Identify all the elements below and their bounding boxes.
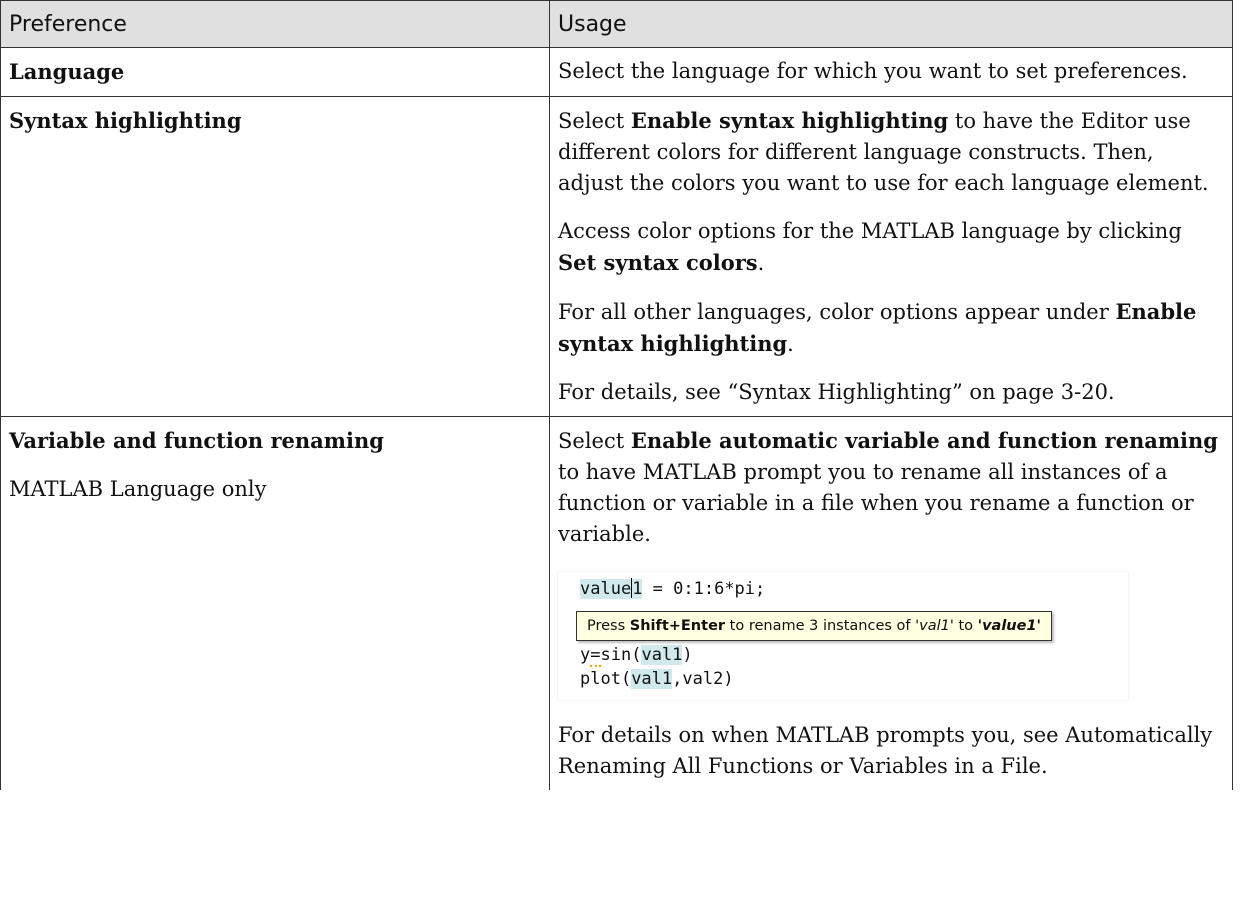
language-name: Language <box>9 59 125 84</box>
code-line-3-a: y <box>580 645 591 665</box>
code-line-4-plot: plot( <box>580 669 632 689</box>
code-var-suffix: 1 <box>632 579 643 599</box>
code-line-3-equals: = <box>590 645 601 667</box>
tooltip-old-name: 'val1' <box>915 618 954 634</box>
header-preference: Preference <box>0 0 550 48</box>
code-line-1: value1 = 0:1:6*pi; <box>580 578 765 600</box>
language-preference-cell: Language <box>0 47 550 97</box>
renaming-p1-post: to have MATLAB prompt you to rename all … <box>558 460 1194 546</box>
code-line-3-var: val1 <box>641 645 683 665</box>
code-line-4-rest: ,val2) <box>672 669 734 689</box>
tooltip-text-1: Press <box>587 618 630 634</box>
renaming-p1-pre: Select <box>558 429 631 453</box>
syntax-p1-bold: Enable syntax highlighting <box>630 108 949 133</box>
rename-tooltip: Press Shift+Enter to rename 3 instances … <box>576 611 1052 641</box>
syntax-p1-pre: Select <box>558 109 631 133</box>
header-usage: Usage <box>549 0 1233 48</box>
tooltip-new-name: 'value1' <box>977 618 1041 634</box>
code-line-3-sin: sin( <box>600 645 642 665</box>
code-line-1-rest: = 0:1:6*pi; <box>642 579 766 599</box>
header-row: Preference Usage <box>0 0 1233 48</box>
preferences-table: Preference Usage Language Select the lan… <box>0 0 1233 790</box>
syntax-paragraph-1: Select Enable syntax highlighting to hav… <box>558 105 1224 199</box>
renaming-usage-cell: Select Enable automatic variable and fun… <box>549 416 1233 790</box>
code-line-4: plot(val1,val2) <box>580 668 734 690</box>
code-line-4-var: val1 <box>631 669 673 689</box>
tooltip-text-3: to <box>953 618 978 634</box>
tooltip-shortcut: Shift+Enter <box>629 618 726 634</box>
language-usage-text: Select the language for which you want t… <box>558 59 1188 83</box>
syntax-p2-post: . <box>757 251 765 275</box>
syntax-paragraph-2: Access color options for the MATLAB lang… <box>558 216 1224 279</box>
renaming-p1-bold: Enable automatic variable and function r… <box>630 428 1218 453</box>
row-language: Language Select the language for which y… <box>0 47 1233 97</box>
row-syntax-highlighting: Syntax highlighting Select Enable syntax… <box>0 96 1233 417</box>
editor-screenshot: value1 = 0:1:6*pi; Press Shift+Enter to … <box>558 572 1128 700</box>
code-var-value: value <box>580 579 632 599</box>
syntax-p2-pre: Access color options for the MATLAB lang… <box>558 219 1182 243</box>
language-usage-cell: Select the language for which you want t… <box>549 47 1233 97</box>
syntax-paragraph-4: For details, see “Syntax Highlighting” o… <box>558 380 1115 404</box>
code-line-3-close: ) <box>682 645 693 665</box>
syntax-p2-bold: Set syntax colors <box>558 250 758 275</box>
syntax-usage-cell: Select Enable syntax highlighting to hav… <box>549 96 1233 417</box>
syntax-p3-pre: For all other languages, color options a… <box>558 300 1116 324</box>
renaming-preference-cell: Variable and function renaming MATLAB La… <box>0 416 550 790</box>
syntax-name: Syntax highlighting <box>9 108 242 133</box>
renaming-note: MATLAB Language only <box>9 477 267 501</box>
tooltip-text-2: to rename 3 instances of <box>725 618 916 634</box>
renaming-name: Variable and function renaming <box>9 428 384 453</box>
syntax-paragraph-3: For all other languages, color options a… <box>558 296 1224 360</box>
syntax-preference-cell: Syntax highlighting <box>0 96 550 417</box>
row-renaming: Variable and function renaming MATLAB La… <box>0 416 1233 790</box>
renaming-paragraph-1: Select Enable automatic variable and fun… <box>558 425 1224 550</box>
syntax-p3-post: . <box>787 332 794 356</box>
renaming-paragraph-2: For details on when MATLAB prompts you, … <box>558 723 1213 778</box>
code-line-3: y=sin(val1) <box>580 644 693 667</box>
